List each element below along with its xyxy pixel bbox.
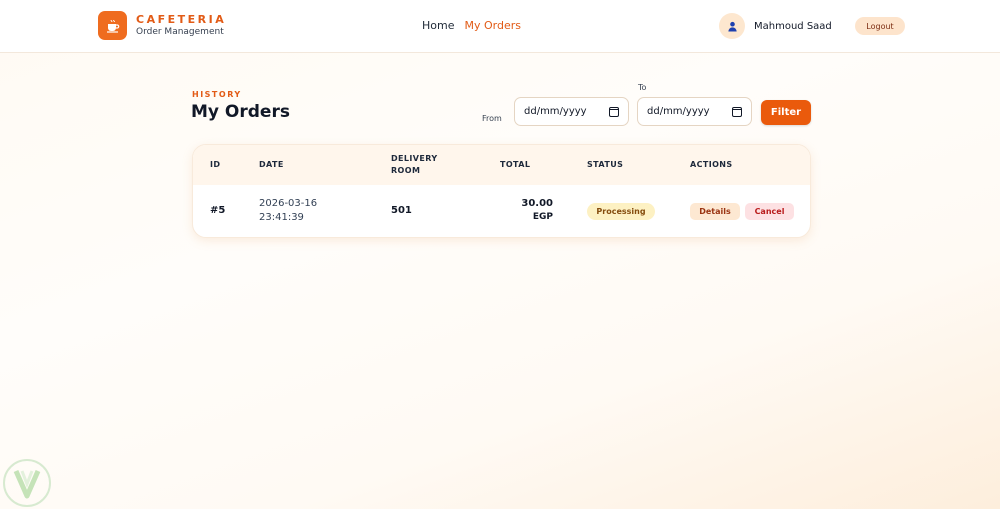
user-name: Mahmoud Saad [754, 20, 832, 32]
header-delivery-room: DELIVERY ROOM [391, 154, 438, 175]
table-header: ID DATE DELIVERY ROOM TOTAL STATUS ACTIO… [193, 145, 810, 185]
navbar: CAFETERIA Order Management Home My Order… [0, 0, 1000, 53]
order-date: 2026-03-16 23:41:39 [259, 198, 318, 223]
from-date-placeholder: dd/mm/yyyy [524, 106, 587, 117]
section-label: HISTORY [192, 90, 242, 99]
orders-table: ID DATE DELIVERY ROOM TOTAL STATUS ACTIO… [192, 144, 811, 238]
header-id: ID [210, 160, 221, 169]
main-nav: Home My Orders [422, 19, 521, 32]
from-date-input[interactable]: dd/mm/yyyy [514, 97, 629, 126]
filter-button[interactable]: Filter [761, 100, 811, 125]
order-total: 30.00 EGP [521, 198, 553, 222]
user-icon [719, 13, 745, 39]
header-date: DATE [259, 160, 284, 169]
nav-home-link[interactable]: Home [422, 19, 454, 32]
brand-name: CAFETERIA [136, 12, 227, 26]
logout-button[interactable]: Logout [855, 17, 905, 35]
to-date-input[interactable]: dd/mm/yyyy [637, 97, 752, 126]
details-button[interactable]: Details [690, 203, 740, 220]
to-date-placeholder: dd/mm/yyyy [647, 106, 710, 117]
page-title: My Orders [191, 102, 290, 122]
brand[interactable]: CAFETERIA Order Management [98, 11, 226, 40]
watermark-logo [2, 458, 52, 508]
calendar-icon[interactable] [609, 106, 619, 117]
header-total: TOTAL [500, 160, 531, 169]
to-label: To [638, 83, 647, 92]
status-badge: Processing [587, 203, 655, 220]
brand-subtitle: Order Management [136, 26, 224, 37]
user-profile: Mahmoud Saad [719, 13, 832, 39]
coffee-cup-icon [98, 11, 127, 40]
header-status: STATUS [587, 160, 624, 169]
header-actions: ACTIONS [690, 160, 733, 169]
order-id: #5 [210, 205, 226, 216]
nav-my-orders-link[interactable]: My Orders [464, 19, 521, 32]
calendar-icon[interactable] [732, 106, 742, 117]
from-label: From [482, 114, 502, 123]
delivery-room: 501 [391, 205, 412, 216]
cancel-order-button[interactable]: Cancel [745, 203, 794, 220]
